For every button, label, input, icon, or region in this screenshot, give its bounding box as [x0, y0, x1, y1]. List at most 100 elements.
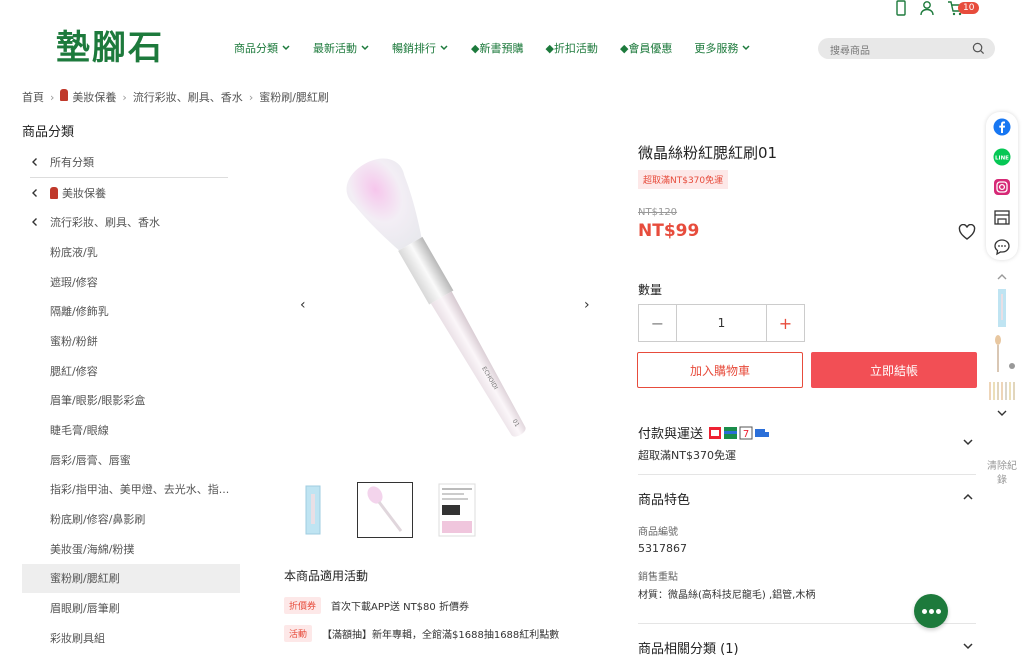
- search-icon[interactable]: [972, 42, 985, 55]
- facebook-icon[interactable]: [993, 118, 1011, 136]
- sidebar-item[interactable]: 粉底液/乳: [22, 237, 240, 267]
- promotion-tag: 折價券: [284, 597, 322, 614]
- promotion-item[interactable]: 活動 【滿額抽】新年專輯，全館滿$1688抽1688紅利點數: [284, 625, 559, 642]
- promotion-text: 【滿額抽】新年專輯，全館滿$1688抽1688紅利點數: [322, 630, 560, 641]
- clear-history-button[interactable]: 清除紀錄: [986, 460, 1018, 488]
- sidebar-item[interactable]: 遮瑕/修容: [22, 267, 240, 297]
- feature-header[interactable]: 商品特色: [638, 489, 690, 508]
- mobile-icon[interactable]: [895, 0, 907, 16]
- recent-item-package[interactable]: [995, 288, 1009, 328]
- sidebar-item[interactable]: 蜜粉/粉餅: [22, 326, 240, 356]
- thumbnail-brush[interactable]: [357, 482, 413, 538]
- sidebar-item[interactable]: 美妝蛋/海綿/粉撲: [22, 534, 240, 564]
- heart-icon[interactable]: [958, 224, 976, 240]
- quantity-value[interactable]: 1: [676, 305, 767, 341]
- breadcrumb-separator: ›: [248, 90, 254, 104]
- sidebar-item[interactable]: 隔離/修飾乳: [22, 296, 240, 326]
- lipstick-icon: [50, 186, 58, 199]
- sidebar-back-beauty[interactable]: 美妝保養: [22, 178, 240, 208]
- product-main-image[interactable]: ECHOIDI 01: [318, 150, 573, 450]
- search-input[interactable]: 搜尋商品: [818, 38, 995, 59]
- product-title: 微晶絲粉紅腮紅刷01: [638, 144, 778, 162]
- chevron-down-icon: [742, 45, 750, 51]
- gallery-prev-button[interactable]: ‹: [300, 297, 306, 313]
- chevron-left-icon: [32, 218, 37, 227]
- chat-dot: [928, 608, 934, 614]
- sidebar-back-all[interactable]: 所有分類: [22, 147, 240, 177]
- recent-item-brush[interactable]: [989, 334, 1015, 374]
- decrease-button[interactable]: −: [639, 305, 676, 341]
- section-divider: [638, 474, 976, 475]
- chat-dot: [935, 608, 941, 614]
- nav-categories[interactable]: 商品分類: [234, 40, 291, 56]
- line-icon[interactable]: LINE: [993, 148, 1011, 166]
- gallery-next-button[interactable]: ›: [584, 297, 590, 313]
- site-logo[interactable]: 墊腳石: [56, 20, 164, 69]
- buy-now-button[interactable]: 立即結帳: [811, 352, 977, 388]
- add-to-cart-button[interactable]: 加入購物車: [637, 352, 803, 388]
- sidebar-item[interactable]: 粉底刷/修容/鼻影刷: [22, 504, 240, 534]
- breadcrumb-separator: ›: [122, 90, 127, 104]
- selling-points: 材質：微晶絲(高科技尼龍毛) ,鋁管,木柄: [638, 590, 816, 601]
- chevron-up-icon[interactable]: [996, 272, 1008, 282]
- thumbnail-info[interactable]: [429, 482, 485, 538]
- breadcrumb-beauty[interactable]: 美妝保養: [60, 89, 116, 105]
- sidebar-item[interactable]: 彩妝刷具組: [22, 623, 240, 653]
- increase-button[interactable]: +: [767, 305, 804, 341]
- quantity-stepper: − 1 +: [638, 304, 805, 342]
- svg-text:LINE: LINE: [995, 156, 1009, 162]
- chevron-down-icon[interactable]: [996, 408, 1008, 418]
- nav-member[interactable]: ◆會員優惠: [620, 40, 672, 56]
- promotions-title: 本商品適用活動: [284, 569, 369, 583]
- cart-button[interactable]: 10: [947, 0, 980, 16]
- message-icon[interactable]: [993, 238, 1011, 256]
- nav-events[interactable]: 最新活動: [313, 40, 370, 56]
- nav-discount[interactable]: ◆折扣活動: [545, 40, 597, 56]
- chevron-down-icon[interactable]: [962, 436, 974, 448]
- nav-more[interactable]: 更多服務: [694, 40, 751, 56]
- sidebar-item[interactable]: 眉筆/眼影/眼影彩盒: [22, 386, 240, 416]
- store-icon[interactable]: [993, 208, 1011, 226]
- shipping-tag: 超取滿NT$370免運: [638, 170, 729, 189]
- thumbnail-strip: [285, 482, 485, 538]
- sidebar-item[interactable]: 眉眼刷/唇筆刷: [22, 593, 240, 623]
- promotion-text: 首次下載APP送 NT$80 折價券: [331, 602, 469, 613]
- promotion-tag: 活動: [284, 625, 313, 642]
- breadcrumb-separator: ›: [50, 90, 55, 104]
- header-icons: 10: [895, 0, 980, 16]
- quantity-label: 數量: [638, 283, 663, 297]
- nav-preorder[interactable]: ◆新書預購: [471, 40, 523, 56]
- recently-viewed: [986, 272, 1018, 418]
- related-categories-header[interactable]: 商品相關分類 (1): [638, 638, 739, 657]
- sidebar-item[interactable]: 腮紅/修容: [22, 356, 240, 386]
- social-share-bar: LINE: [986, 112, 1018, 260]
- recent-item-set[interactable]: [987, 380, 1017, 402]
- breadcrumb-makeup[interactable]: 流行彩妝、刷具、香水: [133, 89, 243, 105]
- convenience-store-icons: 7: [709, 426, 770, 440]
- sidebar-item[interactable]: 指彩/指甲油、美甲燈、去光水、指...: [22, 475, 240, 505]
- sidebar-item[interactable]: 蜜粉刷/腮紅刷: [22, 563, 240, 594]
- main-nav: 商品分類 最新活動 暢銷排行 ◆新書預購 ◆折扣活動 ◆會員優惠 更多服務: [234, 40, 751, 56]
- breadcrumb-home[interactable]: 首頁: [22, 89, 44, 105]
- promotion-item[interactable]: 折價券 首次下載APP送 NT$80 折價券: [284, 597, 469, 614]
- cart-count-badge: 10: [958, 2, 980, 14]
- chevron-down-icon[interactable]: [962, 640, 974, 652]
- chevron-down-icon: [440, 45, 448, 51]
- chevron-up-icon[interactable]: [962, 491, 974, 503]
- sidebar-back-makeup[interactable]: 流行彩妝、刷具、香水: [22, 207, 240, 237]
- chevron-left-icon: [32, 157, 37, 166]
- sidebar-item[interactable]: 睫毛膏/眼線: [22, 415, 240, 445]
- breadcrumb-current[interactable]: 蜜粉刷/腮紅刷: [259, 89, 329, 105]
- sidebar-item[interactable]: 唇彩/唇膏、唇蜜: [22, 445, 240, 475]
- search-placeholder: 搜尋商品: [830, 46, 870, 57]
- user-icon[interactable]: [919, 0, 935, 16]
- sku-value: 5317867: [638, 542, 687, 555]
- sidebar-title: 商品分類: [22, 125, 75, 140]
- payment-shipping-header[interactable]: 付款與運送 7: [638, 423, 771, 442]
- original-price: NT$120: [638, 207, 678, 218]
- svg-text:7: 7: [743, 429, 749, 440]
- thumbnail-package[interactable]: [285, 482, 341, 538]
- instagram-icon[interactable]: [993, 178, 1011, 196]
- chat-button[interactable]: [914, 594, 948, 628]
- nav-bestsellers[interactable]: 暢銷排行: [392, 40, 449, 56]
